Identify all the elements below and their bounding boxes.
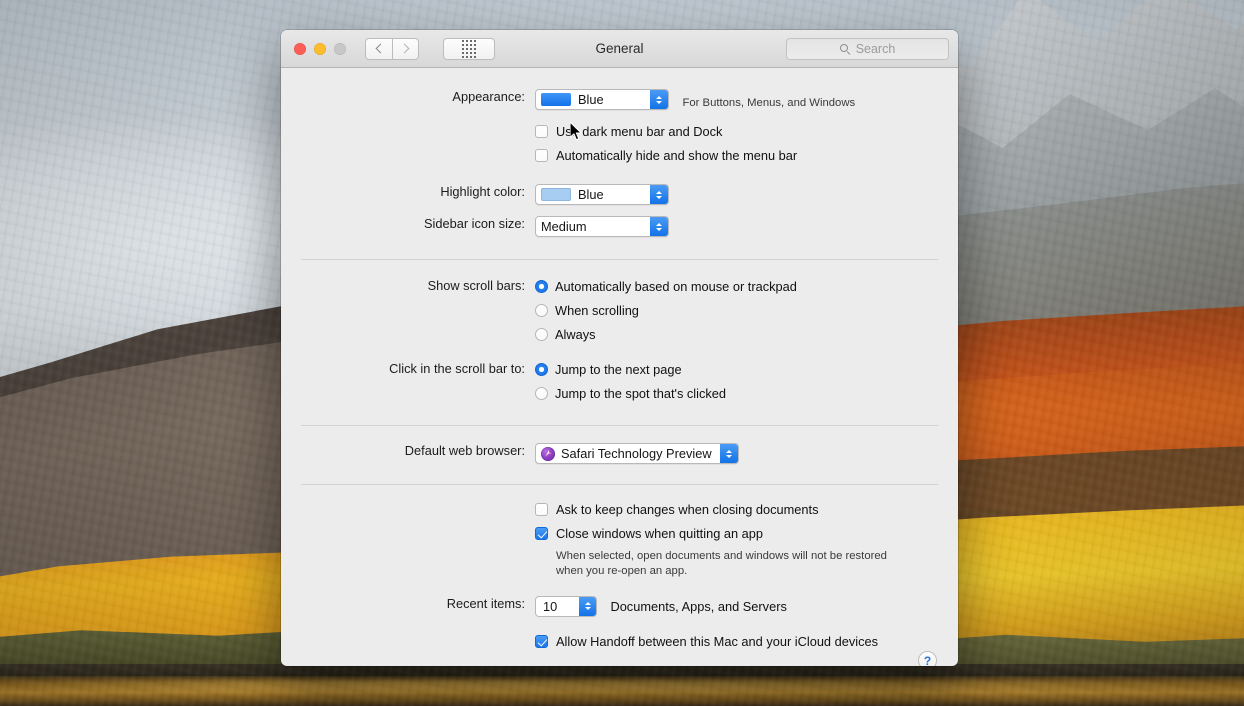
show-all-button[interactable] [443,37,495,60]
wallpaper-water-sheen [0,680,1244,692]
checkbox-box [535,149,548,162]
recent-items-note: Documents, Apps, and Servers [610,598,787,614]
highlight-color-popup-arrows [650,185,668,204]
appearance-control: Blue For Buttons, Menus, and Windows [535,89,958,111]
recent-items-row: Recent items: 10 Documents, Apps, and Se… [281,595,958,617]
click-scroll-option-spot-clicked-label: Jump to the spot that's clicked [555,386,727,401]
ask-keep-changes-checkbox[interactable]: Ask to keep changes when closing documen… [535,501,958,518]
scroll-bars-option-always-label: Always [555,327,596,342]
grid-dots-icon [462,39,476,58]
dark-menu-bar-checkbox[interactable]: Use dark menu bar and Dock [535,123,958,140]
radio-button [535,387,548,400]
auto-hide-menu-bar-label: Automatically hide and show the menu bar [556,148,798,163]
checkbox-box [535,526,548,540]
highlight-color-value: Blue [578,187,604,202]
close-windows-hint-line-1: When selected, open documents and window… [556,549,887,562]
highlight-color-label: Highlight color: [440,184,525,199]
appearance-label: Appearance: [452,89,525,104]
appearance-note: For Buttons, Menus, and Windows [682,97,856,109]
dark-menu-bar-row: Use dark menu bar and Dock Automatically… [281,123,958,164]
radio-button [535,363,548,376]
scroll-bars-option-auto[interactable]: Automatically based on mouse or trackpad [535,278,958,295]
click-scroll-bar-label: Click in the scroll bar to: [389,361,525,376]
sidebar-icon-size-popup-arrows [650,217,668,236]
recent-items-stepper[interactable]: 10 [535,595,597,617]
documents-options-row: Ask to keep changes when closing documen… [281,501,958,579]
default-web-browser-popup-button[interactable]: Safari Technology Preview [535,443,739,464]
separator-1 [301,259,938,260]
system-preferences-window: General Search Appearance: Blue For Butt… [281,30,958,666]
minimize-button[interactable] [314,42,326,55]
appearance-color-swatch [541,93,571,106]
close-windows-quitting-checkbox[interactable]: Close windows when quitting an app [535,525,958,542]
recent-items-value: 10 [543,598,558,614]
close-windows-hint-line-2: when you re-open an app. [556,564,688,577]
default-web-browser-label: Default web browser: [404,443,525,458]
radio-button [535,280,548,293]
appearance-value: Blue [578,92,604,107]
search-input[interactable]: Search [786,38,949,60]
handoff-row: Allow Handoff between this Mac and your … [281,633,958,650]
allow-handoff-label: Allow Handoff between this Mac and your … [556,633,878,649]
dark-menu-bar-label: Use dark menu bar and Dock [556,124,723,139]
checkbox-box [535,634,548,648]
window-titlebar[interactable]: General Search [281,30,958,68]
sidebar-icon-size-row: Sidebar icon size: Medium [281,216,958,237]
default-web-browser-popup-arrows [720,444,738,463]
close-windows-quitting-label: Close windows when quitting an app [556,525,764,541]
chevron-right-icon [399,43,410,54]
highlight-color-swatch [541,188,571,201]
sidebar-icon-size-popup-button[interactable]: Medium [535,216,669,237]
ask-keep-changes-label: Ask to keep changes when closing documen… [556,501,819,517]
checkbox-box [535,502,548,516]
scroll-bars-option-when-scrolling-label: When scrolling [555,303,639,318]
click-scroll-option-next-page[interactable]: Jump to the next page [535,361,958,378]
chevron-left-icon [375,43,385,54]
safari-technology-preview-icon [541,446,555,461]
traffic-light-group [294,42,346,55]
checkbox-box [535,125,548,138]
default-web-browser-row: Default web browser: Safari Technology P… [281,443,958,466]
search-placeholder: Search [855,42,896,56]
back-button[interactable] [365,37,392,60]
default-web-browser-value: Safari Technology Preview [561,446,712,461]
forward-button[interactable] [392,37,419,60]
radio-button [535,328,548,341]
appearance-popup-button[interactable]: Blue [535,89,669,110]
recent-items-stepper-arrows[interactable] [579,596,596,616]
auto-hide-menu-bar-checkbox[interactable]: Automatically hide and show the menu bar [535,147,958,164]
navigation-buttons [365,37,419,60]
scroll-bars-option-always[interactable]: Always [535,326,958,343]
close-button[interactable] [294,42,306,55]
show-scroll-bars-label: Show scroll bars: [427,278,525,293]
allow-handoff-checkbox[interactable]: Allow Handoff between this Mac and your … [535,633,958,650]
highlight-color-row: Highlight color: Blue [281,184,958,206]
search-icon [839,43,851,55]
separator-3 [301,483,938,485]
click-scroll-option-spot-clicked[interactable]: Jump to the spot that's clicked [535,385,958,402]
preferences-content: Appearance: Blue For Buttons, Menus, and… [281,89,958,666]
show-scroll-bars-row: Show scroll bars: Automatically based on… [281,278,958,343]
appearance-popup-arrows [650,90,668,109]
separator-2 [301,425,938,426]
scroll-bars-option-auto-label: Automatically based on mouse or trackpad [555,279,797,294]
click-scroll-bar-row: Click in the scroll bar to: Jump to the … [281,361,958,402]
radio-button [535,304,548,317]
click-scroll-option-next-page-label: Jump to the next page [555,362,682,377]
zoom-button[interactable] [334,42,346,55]
close-windows-hint: When selected, open documents and window… [556,549,958,579]
sidebar-icon-size-label: Sidebar icon size: [423,216,525,231]
scroll-bars-option-when-scrolling[interactable]: When scrolling [535,302,958,319]
sidebar-icon-size-value: Medium [541,219,587,234]
recent-items-label: Recent items: [446,595,525,611]
appearance-row: Appearance: Blue For Buttons, Menus, and… [281,89,958,111]
help-button[interactable]: ? [918,651,937,666]
highlight-color-popup-button[interactable]: Blue [535,184,669,205]
